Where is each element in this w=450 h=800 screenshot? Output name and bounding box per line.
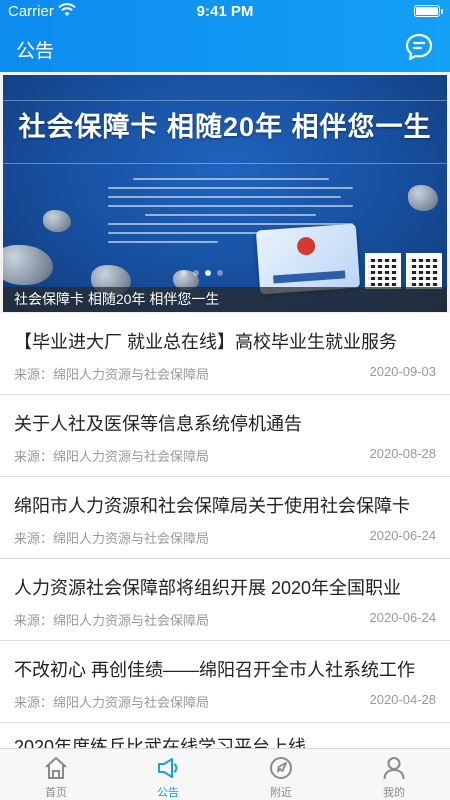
carousel-dot[interactable]: [181, 270, 187, 276]
news-date: 2020-08-28: [369, 446, 437, 461]
app-header: Carrier 9:41 PM 公告: [0, 0, 450, 72]
decor-rock: [43, 210, 71, 232]
social-security-card-image: [255, 223, 361, 295]
news-title: 关于人社及医保等信息系统停机通告: [14, 414, 302, 434]
carousel-dot[interactable]: [217, 270, 223, 276]
page-title: 公告: [16, 41, 55, 62]
decor-rock: [408, 185, 438, 211]
news-title: 【毕业进大厂 就业总在线】高校毕业生就业服务: [14, 332, 397, 352]
news-date: 2020-06-24: [369, 528, 437, 543]
news-date: 2020-09-03: [369, 364, 437, 379]
decor-rock: [3, 245, 53, 285]
compass-icon: [270, 757, 292, 779]
list-item[interactable]: 【毕业进大厂 就业总在线】高校毕业生就业服务 来源：绵阳人力资源与社会保障局 2…: [0, 313, 450, 395]
status-bar: Carrier 9:41 PM: [0, 0, 450, 24]
banner-decor-line: [3, 100, 447, 101]
tab-label: 公告: [157, 787, 179, 799]
carousel-dot[interactable]: [193, 270, 199, 276]
tab-nearby[interactable]: 附近: [225, 749, 337, 800]
tab-announcements[interactable]: 公告: [112, 749, 224, 800]
news-date: 2020-06-24: [369, 610, 437, 625]
list-item[interactable]: 绵阳市人力资源和社会保障局关于使用社会保障卡 来源：绵阳人力资源与社会保障局 2…: [0, 477, 450, 559]
tab-label: 附近: [270, 787, 292, 799]
banner-caption: 社会保障卡 相随20年 相伴您一生: [3, 287, 447, 312]
news-title: 人力资源社会保障部将组织开展 2020年全国职业: [14, 578, 402, 598]
qr-code-icon: [365, 253, 401, 289]
megaphone-icon: [158, 758, 178, 778]
news-title: 不改初心 再创佳绩——绵阳召开全市人社系统工作: [14, 660, 415, 680]
qr-code-icon: [406, 253, 442, 289]
carousel-indicator[interactable]: [181, 263, 229, 281]
news-source: 来源：绵阳人力资源与社会保障局: [14, 613, 210, 628]
news-source: 来源：绵阳人力资源与社会保障局: [14, 449, 210, 464]
news-source: 来源：绵阳人力资源与社会保障局: [14, 531, 210, 546]
chat-bubble-icon[interactable]: [404, 32, 434, 62]
home-icon: [45, 757, 67, 779]
tab-label: 我的: [383, 787, 405, 799]
list-item[interactable]: 关于人社及医保等信息系统停机通告 来源：绵阳人力资源与社会保障局 2020-08…: [0, 395, 450, 477]
person-icon: [383, 757, 405, 780]
tab-home[interactable]: 首页: [0, 749, 112, 800]
banner-headline: 社会保障卡 相随20年 相伴您一生: [18, 112, 432, 142]
clock: 9:41 PM: [196, 3, 254, 20]
banner-decor-line: [3, 163, 447, 164]
list-item[interactable]: 人力资源社会保障部将组织开展 2020年全国职业 来源：绵阳人力资源与社会保障局…: [0, 559, 450, 641]
bottom-tab-bar: 首页 公告 附近 我的: [0, 748, 450, 800]
news-date: 2020-04-28: [369, 692, 437, 707]
news-source: 来源：绵阳人力资源与社会保障局: [14, 695, 210, 710]
tab-label: 首页: [45, 787, 67, 799]
carousel-dot-active[interactable]: [205, 270, 211, 276]
news-source: 来源：绵阳人力资源与社会保障局: [14, 367, 210, 382]
announcement-list: 【毕业进大厂 就业总在线】高校毕业生就业服务 来源：绵阳人力资源与社会保障局 2…: [0, 313, 450, 763]
news-title: 绵阳市人力资源和社会保障局关于使用社会保障卡: [14, 496, 410, 516]
battery-icon: [414, 5, 443, 17]
banner-carousel[interactable]: 社会保障卡 相随20年 相伴您一生 社会保障卡 相随20年 相伴您一生: [3, 75, 447, 312]
tab-profile[interactable]: 我的: [338, 749, 450, 800]
list-item[interactable]: 不改初心 再创佳绩——绵阳召开全市人社系统工作 来源：绵阳人力资源与社会保障局 …: [0, 641, 450, 723]
